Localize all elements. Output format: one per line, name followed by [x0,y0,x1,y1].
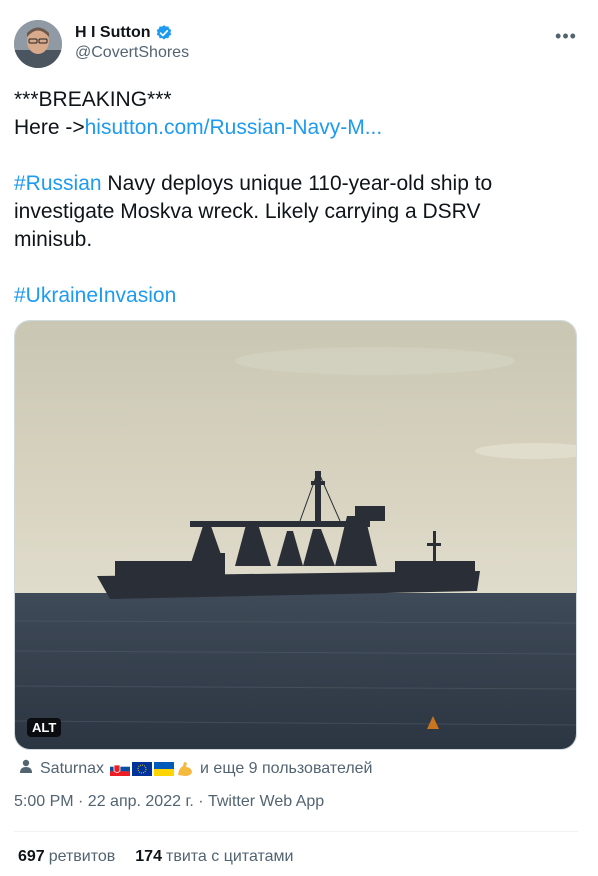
tweet-line-link: Here ->hisutton.com/Russian-Navy-M... [14,114,382,142]
social-context[interactable]: Saturnax и еще 9 пользователей [18,758,373,779]
social-context-suffix: и еще 9 пользователей [200,759,373,777]
social-context-user[interactable]: Saturnax [40,760,104,778]
avatar[interactable] [14,20,62,68]
quotes-stat[interactable]: 174 твита с цитатами [135,848,293,866]
emoji-group [110,760,194,778]
tweet: H I Sutton @CovertShores ••• ***BREAKING… [0,0,598,876]
flexed-biceps-icon [176,760,194,778]
person-icon [18,758,34,779]
alt-text-badge[interactable]: ALT [27,718,62,737]
tweet-paragraph-line-3: minisub. [14,228,93,251]
hashtag-ukraine-invasion: #UkraineInvasion [14,282,176,310]
engagement-stats: 697 ретвитов 174 твита с цитатами [18,848,293,866]
verified-badge-icon [155,24,173,42]
more-options-icon[interactable]: ••• [552,22,580,50]
tweet-timestamp[interactable]: 5:00 PM · 22 апр. 2022 г. · Twitter Web … [14,793,324,811]
quotes-label: твита с цитатами [165,848,294,865]
hashtag-russian[interactable]: #Russian [14,172,102,195]
article-link[interactable]: hisutton.com/Russian-Navy-M... [85,116,383,139]
paragraph-text-1: Navy deploys unique 110-year-old ship to [101,172,493,195]
eu-flag-icon [132,761,153,776]
link-prefix: Here -> [14,116,85,139]
quotes-count: 174 [135,848,162,865]
slovakia-flag-icon [110,761,131,776]
retweets-count: 697 [18,848,45,865]
ukraine-flag-icon [154,761,175,776]
retweets-label: ретвитов [48,848,116,865]
author-handle[interactable]: @CovertShores [75,44,189,62]
author-name[interactable]: H I Sutton [75,24,151,42]
divider [14,831,578,832]
tweet-paragraph-line-2: investigate Moskva wreck. Likely carryin… [14,200,481,223]
tweet-line-breaking: ***BREAKING*** [14,88,172,111]
author-name-row[interactable]: H I Sutton [75,24,173,42]
retweets-stat[interactable]: 697 ретвитов [18,848,115,866]
tweet-paragraph-line-1: #Russian Navy deploys unique 110-year-ol… [14,170,492,198]
tweet-photo[interactable]: ALT [14,320,577,750]
hashtag-ukraineinvasion[interactable]: #UkraineInvasion [14,284,176,307]
